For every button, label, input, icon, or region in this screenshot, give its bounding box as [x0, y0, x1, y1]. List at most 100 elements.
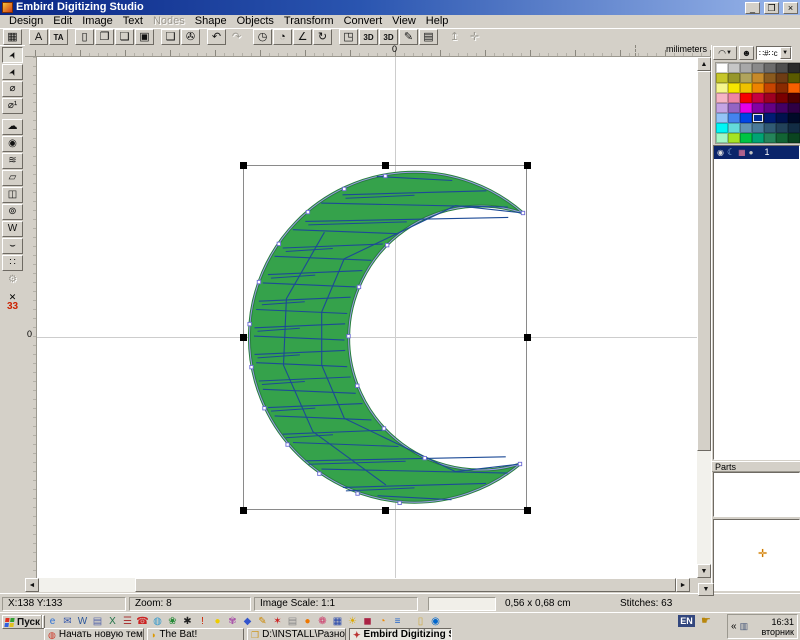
menu-image[interactable]: Image — [77, 15, 118, 28]
palette-color[interactable] — [776, 63, 788, 73]
taskbar-task-4[interactable]: ✦Embird Digitizing Stud... — [349, 628, 452, 640]
quicklaunch-pencil-icon[interactable]: ✎ — [255, 615, 270, 628]
palette-color[interactable] — [728, 103, 740, 113]
palette-color[interactable] — [740, 93, 752, 103]
palette-color[interactable] — [752, 123, 764, 133]
quicklaunch-duck-icon[interactable]: ● — [210, 615, 225, 628]
palette-color[interactable] — [764, 133, 776, 143]
palette-color[interactable] — [776, 113, 788, 123]
vertical-scrollbar[interactable]: ▲ ▼ — [697, 57, 711, 578]
palette-color[interactable] — [728, 133, 740, 143]
freehand-button[interactable]: ✎ — [399, 29, 418, 45]
selection-handle-mid-left[interactable] — [240, 334, 247, 341]
quicklaunch-fireball-icon[interactable]: ● — [300, 615, 315, 628]
horizontal-scrollbar[interactable]: ◄ ► — [25, 578, 690, 592]
menu-design[interactable]: Design — [4, 15, 48, 28]
palette-color[interactable] — [740, 73, 752, 83]
palette-color-selected[interactable] — [752, 113, 764, 123]
quicklaunch-phone-icon[interactable]: ☎ — [135, 615, 150, 628]
paste-button[interactable]: ✇ — [181, 29, 200, 45]
quicklaunch-word-icon[interactable]: W — [75, 615, 90, 628]
selection-handle-mid-right[interactable] — [524, 334, 531, 341]
import-design-button[interactable]: ❏ — [115, 29, 134, 45]
palette-color[interactable] — [740, 123, 752, 133]
scroll-left-arrow[interactable]: ◄ — [25, 578, 39, 592]
image-button[interactable]: ▤ — [419, 29, 438, 45]
palette-color[interactable] — [716, 133, 728, 143]
selection-handle-bottom-left[interactable] — [240, 507, 247, 514]
palette-color[interactable] — [776, 93, 788, 103]
rotate-button[interactable]: ↻ — [313, 29, 332, 45]
scroll-down-arrow[interactable]: ▼ — [697, 564, 711, 578]
palette-color[interactable] — [752, 133, 764, 143]
palette-color[interactable] — [740, 103, 752, 113]
horizontal-scroll-thumb[interactable] — [135, 578, 676, 592]
palette-color[interactable] — [716, 73, 728, 83]
quicklaunch-globe-icon[interactable]: ◍ — [150, 615, 165, 628]
object-row-selected[interactable]: ◉ ☾ ▦ ● 1 — [714, 146, 799, 159]
quicklaunch-clock-icon[interactable]: ◔ — [375, 615, 390, 628]
palette-color[interactable] — [752, 103, 764, 113]
quicklaunch-sun-icon[interactable]: ☀ — [345, 615, 360, 628]
menu-transform[interactable]: Transform — [279, 15, 339, 28]
palette-color[interactable] — [788, 123, 800, 133]
quicklaunch-notes-icon[interactable]: ▤ — [285, 615, 300, 628]
palette-color[interactable] — [764, 63, 776, 73]
quicklaunch-new-page-icon[interactable]: ▯ — [413, 615, 428, 628]
palette-color[interactable] — [728, 93, 740, 103]
palette-color[interactable] — [788, 73, 800, 83]
arc-tool[interactable]: ⌣ — [2, 238, 23, 254]
visibility-eye-icon[interactable]: ◉ — [717, 148, 724, 157]
palette-color[interactable] — [764, 83, 776, 93]
tray-network-icon[interactable]: ▥ — [740, 621, 749, 632]
compass-button[interactable]: ◷ — [253, 29, 272, 45]
palette-color[interactable] — [752, 83, 764, 93]
angle-measure-button[interactable]: ∠ — [293, 29, 312, 45]
quicklaunch-plant-icon[interactable]: ❀ — [165, 615, 180, 628]
palette-color[interactable] — [788, 133, 800, 143]
palette-color[interactable] — [788, 83, 800, 93]
palette-color[interactable] — [764, 123, 776, 133]
select-tool[interactable]: ➤ — [2, 47, 23, 63]
quicklaunch-excel-icon[interactable]: X — [105, 615, 120, 628]
palette-color[interactable] — [716, 83, 728, 93]
menu-convert[interactable]: Convert — [339, 15, 388, 28]
selection-handle-top-left[interactable] — [240, 162, 247, 169]
palette-color[interactable] — [728, 113, 740, 123]
quicklaunch-star-icon[interactable]: ✶ — [270, 615, 285, 628]
palette-color[interactable] — [716, 103, 728, 113]
restore-button[interactable]: ❐ — [764, 2, 779, 14]
motif-lines-tool[interactable]: ≋ — [2, 153, 23, 169]
quicklaunch-palette-icon[interactable]: ✾ — [225, 615, 240, 628]
hoop-button[interactable]: ◳ — [339, 29, 358, 45]
palette-color[interactable] — [776, 103, 788, 113]
save-design-button[interactable]: ▣ — [135, 29, 154, 45]
palette-color[interactable] — [728, 83, 740, 93]
menu-objects[interactable]: Objects — [232, 15, 279, 28]
palette-color[interactable] — [716, 93, 728, 103]
palette-color[interactable] — [788, 113, 800, 123]
quicklaunch-menu-icon[interactable]: ≡ — [390, 615, 405, 628]
menu-text[interactable]: Text — [118, 15, 148, 28]
scroll-right-arrow[interactable]: ► — [676, 578, 690, 592]
gauge-button[interactable]: ◔ — [273, 29, 292, 45]
lettering-button[interactable]: A — [29, 29, 48, 45]
palette-color[interactable] — [740, 83, 752, 93]
palette-color[interactable] — [740, 113, 752, 123]
stitch-simulator-button[interactable]: ▦ — [3, 29, 22, 45]
object-list[interactable]: ◉ ☾ ▦ ● 1 — [713, 145, 800, 460]
design-canvas[interactable] — [37, 57, 697, 578]
quicklaunch-bag-icon[interactable]: ◼ — [360, 615, 375, 628]
palette-color[interactable] — [788, 93, 800, 103]
menu-shape[interactable]: Shape — [190, 15, 232, 28]
palette-color[interactable] — [752, 63, 764, 73]
quicklaunch-grid-icon[interactable]: ▦ — [330, 615, 345, 628]
quicklaunch-alert-icon[interactable]: ! — [195, 615, 210, 628]
minimize-button[interactable]: _ — [745, 2, 760, 14]
menu-help[interactable]: Help — [421, 15, 454, 28]
language-indicator[interactable]: EN — [678, 615, 695, 627]
menu-view[interactable]: View — [387, 15, 421, 28]
sewing-head-button[interactable]: ☻ — [739, 46, 754, 60]
palette-color[interactable] — [776, 123, 788, 133]
palette-color[interactable] — [752, 93, 764, 103]
